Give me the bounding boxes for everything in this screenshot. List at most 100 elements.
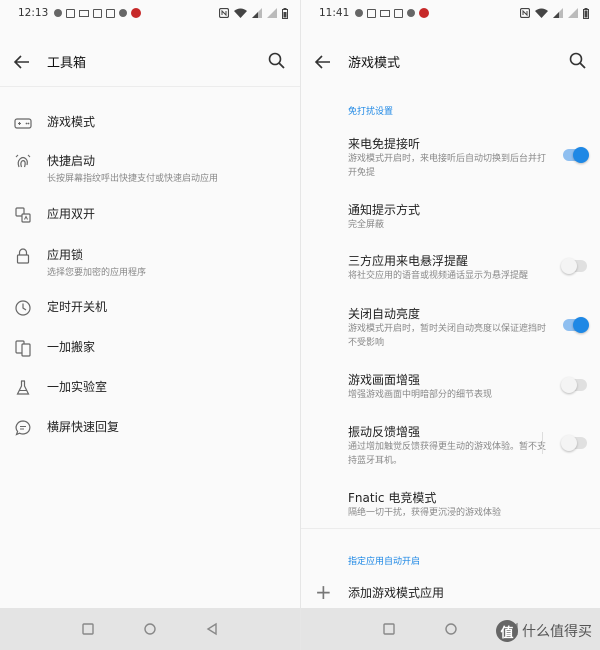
setting-description: 游戏模式开启时，暂时关闭自动亮度以保证遮挡时不受影响 <box>348 324 547 348</box>
menu-item-scheduled-power[interactable]: 定时开关机 <box>0 293 300 333</box>
clock-icon <box>15 300 31 316</box>
status-time: 11:41 <box>319 7 350 19</box>
wifi-icon <box>535 8 548 18</box>
recents-button-icon[interactable] <box>80 621 96 637</box>
add-game-app-label: 添加游戏模式应用 <box>348 586 445 600</box>
app-notification-icon <box>131 8 142 18</box>
menu-item-dual-apps[interactable]: 应用双开 <box>0 200 300 240</box>
home-button-icon[interactable] <box>443 621 459 637</box>
toolbar: 工具箱 <box>0 40 300 84</box>
toggle-switch[interactable] <box>561 258 587 274</box>
app-notification-icon <box>419 8 430 18</box>
toggle-switch[interactable] <box>561 377 587 393</box>
recents-button-icon[interactable] <box>381 621 397 637</box>
signal-icon <box>267 8 277 18</box>
toggle-knob <box>561 258 577 274</box>
menu-item-app-lock[interactable]: 应用锁 选择您要加密的应用程序 <box>0 241 300 281</box>
status-time: 12:13 <box>18 7 49 19</box>
setting-description: 增强游戏画面中明暗部分的细节表现 <box>348 390 493 400</box>
notification-icons <box>355 8 430 18</box>
dual-apps-icon <box>15 207 31 223</box>
setting-label: 三方应用来电悬浮提醒 <box>348 254 469 268</box>
menu-item-label: 应用双开 <box>47 207 96 221</box>
signal-icon <box>553 8 563 18</box>
toggle-knob <box>573 317 589 333</box>
setting-label: 关闭自动亮度 <box>348 307 421 321</box>
battery-icon <box>282 7 288 19</box>
setting-description: 将社交应用的语音或视频通话显示为悬浮提醒 <box>348 271 529 281</box>
menu-item-label: 快捷启动 <box>47 154 96 168</box>
game-mode-screen: 11:41 游戏模式 免打扰设置 来电免提接听 游戏模式开启时，来电接听后自动切… <box>300 0 600 650</box>
setting-label: 来电免提接听 <box>348 137 421 151</box>
status-bar: 12:13 <box>0 0 300 26</box>
toolbar: 游戏模式 <box>301 40 600 84</box>
signal-icon <box>252 8 262 18</box>
lock-icon <box>16 248 30 264</box>
watermark-logo: 值 <box>496 620 518 642</box>
back-arrow-icon[interactable] <box>311 50 335 74</box>
wifi-icon <box>234 8 247 18</box>
divider <box>0 86 300 87</box>
search-icon[interactable] <box>266 50 288 72</box>
setting-description: 游戏模式开启时，来电接听后自动切换到后台并打开免提 <box>348 154 547 178</box>
watermark-text: 什么值得买 <box>522 624 592 640</box>
menu-item-description: 选择您要加密的应用程序 <box>47 268 147 278</box>
setting-label: 振动反馈增强 <box>348 425 421 439</box>
mail-icon <box>79 9 90 17</box>
watermark: 值 什么值得买 <box>496 620 592 642</box>
section-header-do-not-disturb: 免打扰设置 <box>348 107 394 117</box>
toolbox-screen: 12:13 工具箱 游戏模式 快捷启动 长按屏幕指纹呼出快捷支付或快速启动应用 … <box>0 0 300 650</box>
chat-bubble-icon <box>15 420 31 436</box>
menu-item-quick-launch[interactable]: 快捷启动 长按屏幕指纹呼出快捷支付或快速启动应用 <box>0 147 300 187</box>
back-button-icon[interactable] <box>204 621 220 637</box>
menu-item-label: 一加实验室 <box>47 380 108 394</box>
plus-icon: + <box>315 580 332 604</box>
divider <box>301 528 600 529</box>
menu-item-game-mode[interactable]: 游戏模式 <box>0 108 300 148</box>
notification-icon <box>355 9 364 17</box>
mail-icon <box>380 9 391 17</box>
setting-label: 游戏画面增强 <box>348 373 421 387</box>
setting-label: 通知提示方式 <box>348 203 421 217</box>
setting-value: 完全屏蔽 <box>348 220 385 230</box>
system-icons <box>219 7 288 19</box>
toggle-knob <box>561 377 577 393</box>
battery-icon <box>583 7 589 19</box>
toggle-knob <box>561 435 577 451</box>
menu-item-label: 定时开关机 <box>47 300 108 314</box>
menu-item-landscape-reply[interactable]: 横屏快速回复 <box>0 413 300 453</box>
menu-item-oneplus-lab[interactable]: 一加实验室 <box>0 373 300 413</box>
menu-item-label: 应用锁 <box>47 248 84 262</box>
toggle-knob <box>573 147 589 163</box>
notification-icon <box>394 8 404 18</box>
toggle-switch[interactable] <box>563 147 589 163</box>
search-icon[interactable] <box>567 50 589 72</box>
notification-icon <box>66 8 76 18</box>
fingerprint-icon <box>15 154 31 168</box>
status-bar: 11:41 <box>301 0 600 26</box>
flask-icon <box>16 380 30 395</box>
shield-icon <box>407 9 416 17</box>
toggle-switch[interactable] <box>561 435 587 451</box>
section-header-auto-enable-apps: 指定应用自动开启 <box>348 557 421 567</box>
notification-icon <box>367 8 377 18</box>
setting-label: Fnatic 电竞模式 <box>348 491 437 505</box>
back-arrow-icon[interactable] <box>10 50 34 74</box>
add-game-app-button[interactable]: + 添加游戏模式应用 <box>301 580 600 604</box>
notification-icons <box>54 8 142 18</box>
menu-item-label: 游戏模式 <box>47 115 96 129</box>
page-title: 游戏模式 <box>348 56 401 71</box>
page-title: 工具箱 <box>47 56 87 71</box>
notification-icon <box>54 9 63 17</box>
toggle-switch[interactable] <box>563 317 589 333</box>
menu-item-oneplus-switch[interactable]: 一加搬家 <box>0 333 300 373</box>
notification-icon <box>93 8 103 18</box>
nfc-icon <box>520 8 530 18</box>
navigation-bar <box>0 608 300 650</box>
vertical-divider <box>542 432 543 454</box>
home-button-icon[interactable] <box>142 621 158 637</box>
system-icons <box>520 7 589 19</box>
menu-item-label: 横屏快速回复 <box>47 420 120 434</box>
gamepad-icon <box>14 118 32 129</box>
setting-description: 隔绝一切干扰，获得更沉浸的游戏体验 <box>348 508 502 518</box>
